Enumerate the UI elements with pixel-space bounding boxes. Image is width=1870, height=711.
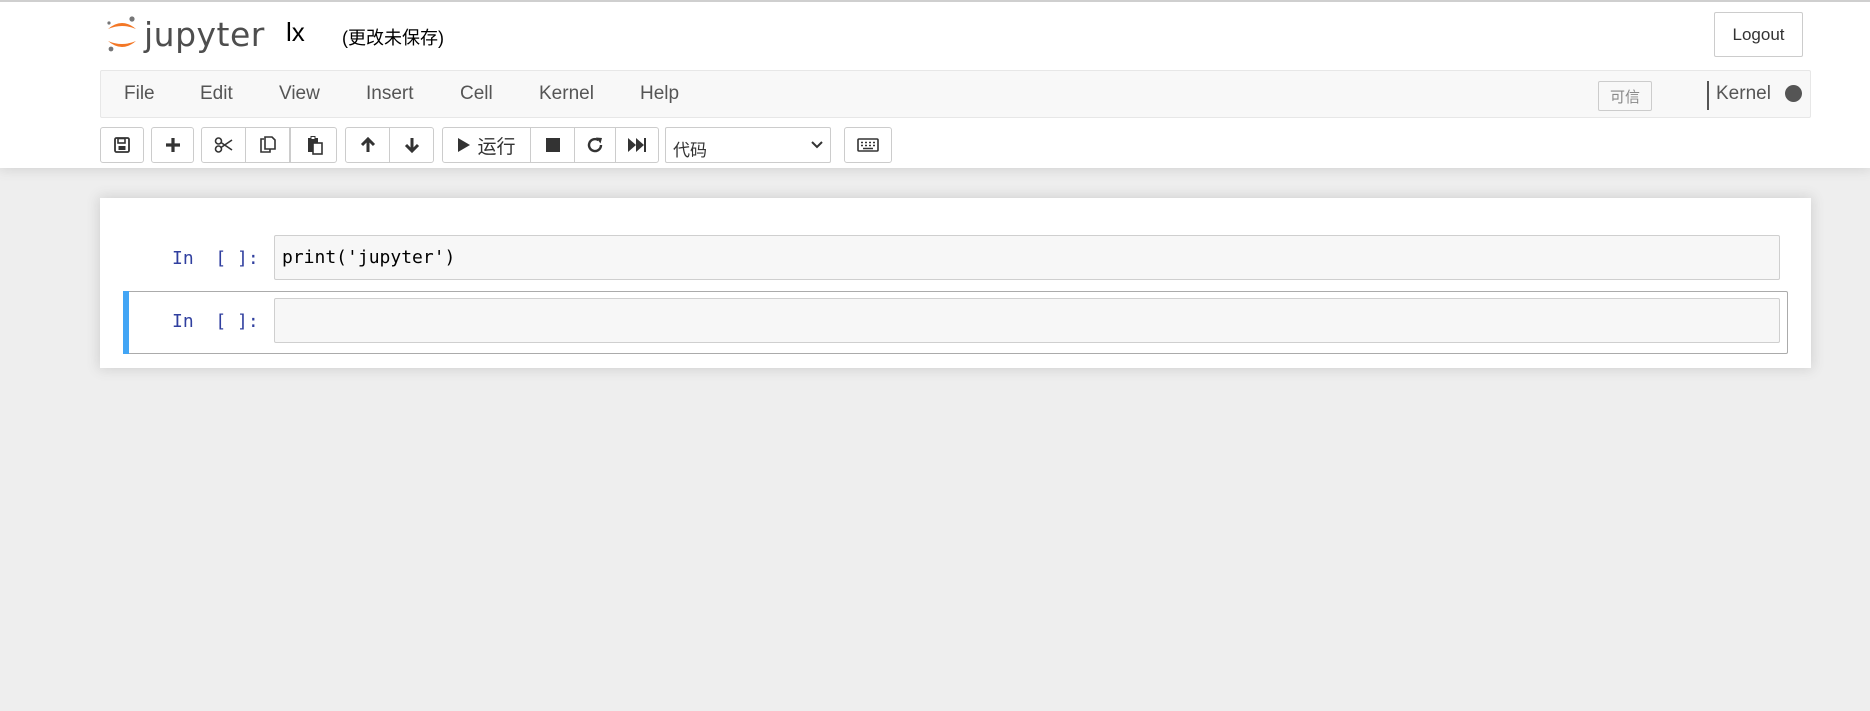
command-palette-button[interactable] [844,127,892,163]
logo-wordmark: jupyter [144,14,265,54]
menu-help[interactable]: Help [640,83,679,105]
selected-cell-indicator [123,291,129,354]
menubar: File Edit View Insert Cell Kernel Help 可… [100,70,1811,118]
plus-icon [165,138,180,152]
interrupt-button[interactable] [530,127,575,163]
paste-icon [307,136,323,155]
jupyter-logo[interactable]: jupyter [104,13,265,55]
menu-file[interactable]: File [124,83,155,105]
jupyter-logo-icon [107,16,136,52]
fast-forward-icon [628,138,646,152]
code-text: print('jupyter') [282,247,456,268]
run-label: 运行 [477,136,516,158]
logout-button[interactable]: Logout [1714,12,1803,57]
arrow-up-icon [360,136,375,152]
notebook-name[interactable]: lx [286,17,305,48]
keyboard-icon [857,138,879,152]
restart-icon [587,137,603,153]
save-icon [114,137,130,153]
stop-icon [545,138,560,152]
move-down-button[interactable] [389,127,434,163]
insert-cell-button[interactable] [151,127,194,163]
cell-type-value: 代码 [673,141,707,160]
code-cell[interactable]: In [ ]: print('jupyter') [123,228,1788,291]
arrow-down-icon [404,138,419,154]
menu-kernel[interactable]: Kernel [539,83,594,105]
cut-button[interactable] [201,127,246,163]
copy-button[interactable] [245,127,290,163]
menu-insert[interactable]: Insert [366,83,414,105]
input-prompt: In [ ]: [172,311,259,332]
code-input[interactable] [274,298,1780,343]
kernel-name[interactable]: Kernel [1716,83,1771,105]
kernel-status-icon [1785,85,1802,102]
menu-cell[interactable]: Cell [460,83,493,105]
save-button[interactable] [100,127,144,163]
cell-type-select[interactable]: 代码 [665,127,831,163]
kernel-separator [1707,81,1709,110]
copy-icon [259,136,276,153]
scissors-icon [214,137,232,153]
code-cell-selected[interactable]: In [ ]: [123,291,1788,354]
save-status: (更改未保存) [342,28,444,48]
notebook-container: In [ ]: print('jupyter') In [ ]: [100,198,1811,368]
play-icon [458,138,471,152]
menu-view[interactable]: View [279,83,320,105]
code-input[interactable]: print('jupyter') [274,235,1780,280]
paste-button[interactable] [290,127,337,163]
run-button[interactable]: 运行 [442,127,531,163]
restart-run-all-button[interactable] [615,127,659,163]
menu-edit[interactable]: Edit [200,83,233,105]
input-prompt: In [ ]: [172,248,259,269]
header-bar: jupyter lx (更改未保存) Logout File Edit View… [0,0,1870,168]
restart-button[interactable] [574,127,616,163]
chevron-down-icon [811,141,823,149]
move-up-button[interactable] [345,127,390,163]
trusted-badge[interactable]: 可信 [1598,81,1652,111]
